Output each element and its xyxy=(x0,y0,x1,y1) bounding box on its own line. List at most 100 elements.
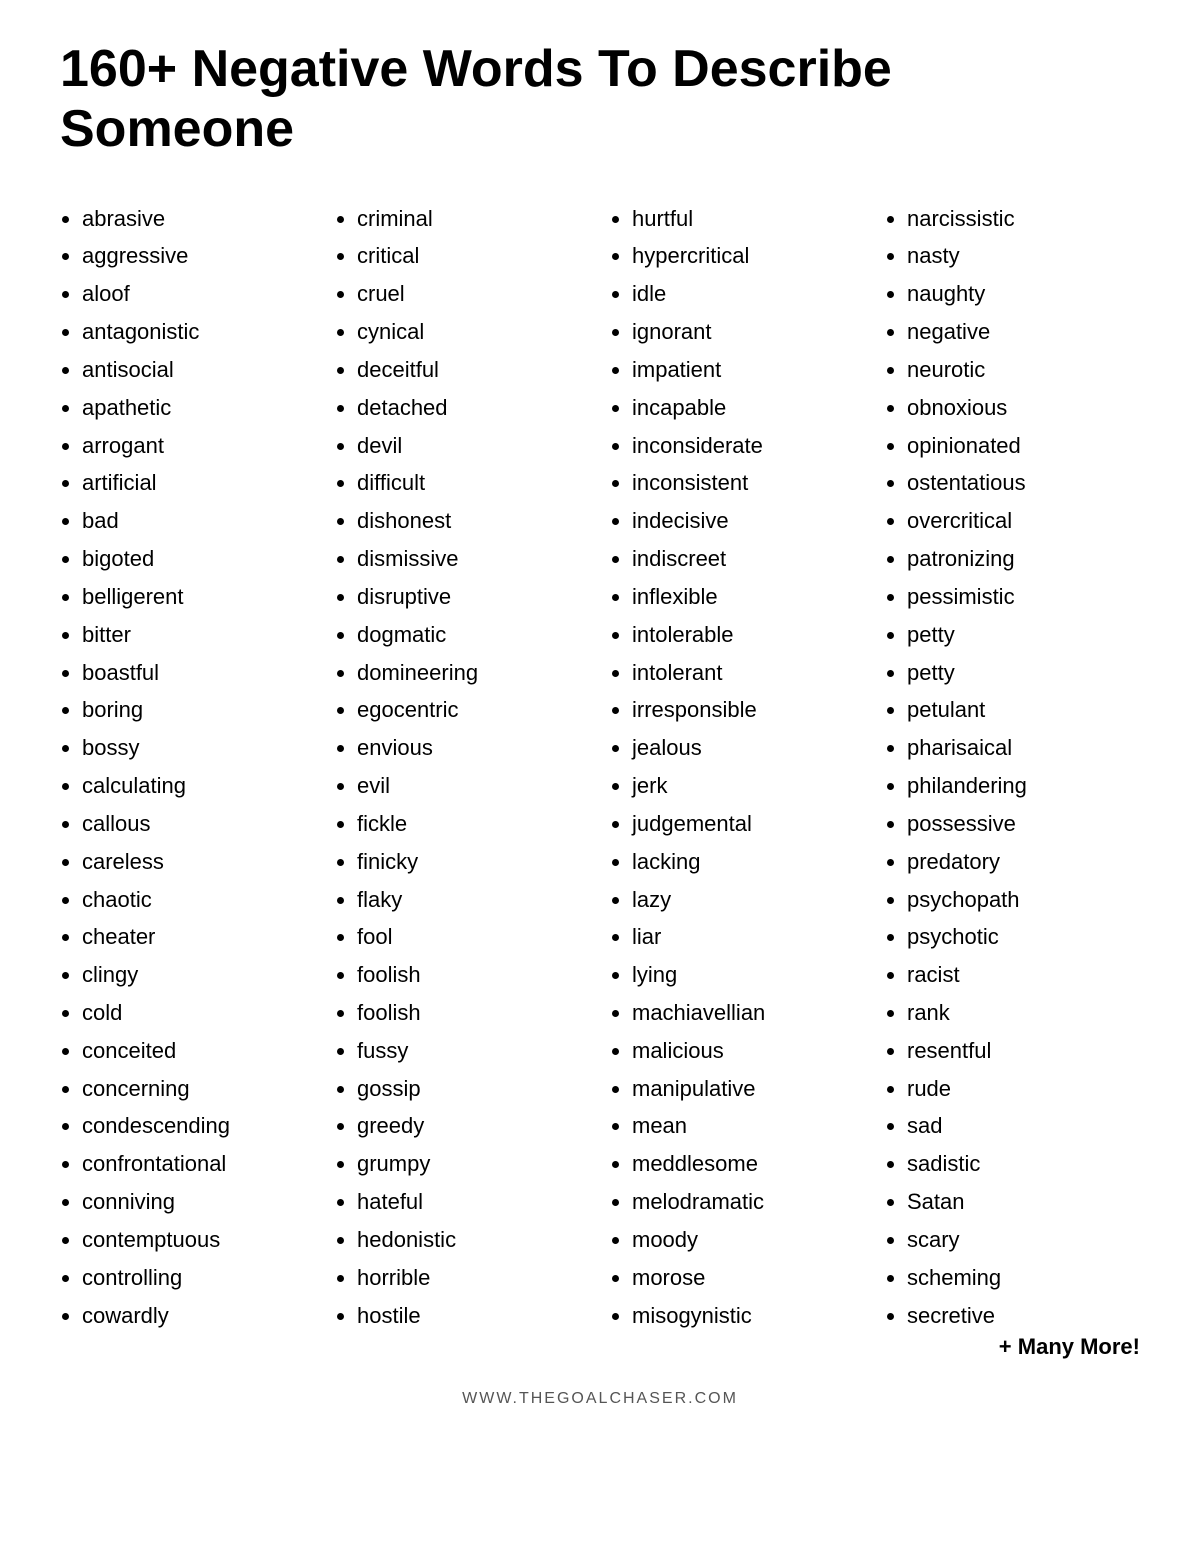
list-item: evil xyxy=(357,767,590,805)
list-item: impatient xyxy=(632,351,865,389)
list-item: mean xyxy=(632,1107,865,1145)
list-item: judgemental xyxy=(632,805,865,843)
list-item: flaky xyxy=(357,881,590,919)
list-item: foolish xyxy=(357,956,590,994)
list-item: callous xyxy=(82,805,315,843)
list-item: fussy xyxy=(357,1032,590,1070)
list-item: grumpy xyxy=(357,1145,590,1183)
list-item: inconsiderate xyxy=(632,427,865,465)
list-item: apathetic xyxy=(82,389,315,427)
list-item: devil xyxy=(357,427,590,465)
list-item: cowardly xyxy=(82,1297,315,1335)
list-item: inconsistent xyxy=(632,464,865,502)
list-item: bigoted xyxy=(82,540,315,578)
list-item: Satan xyxy=(907,1183,1140,1221)
list-item: narcissistic xyxy=(907,200,1140,238)
list-item: egocentric xyxy=(357,691,590,729)
list-item: philandering xyxy=(907,767,1140,805)
list-item: ostentatious xyxy=(907,464,1140,502)
list-item: petulant xyxy=(907,691,1140,729)
list-item: possessive xyxy=(907,805,1140,843)
list-item: intolerable xyxy=(632,616,865,654)
list-item: secretive xyxy=(907,1297,1140,1335)
list-item: finicky xyxy=(357,843,590,881)
list-item: envious xyxy=(357,729,590,767)
list-item: foolish xyxy=(357,994,590,1032)
list-item: neurotic xyxy=(907,351,1140,389)
list-item: clingy xyxy=(82,956,315,994)
list-item: criminal xyxy=(357,200,590,238)
list-item: predatory xyxy=(907,843,1140,881)
list-item: dismissive xyxy=(357,540,590,578)
list-item: cynical xyxy=(357,313,590,351)
list-item: hostile xyxy=(357,1297,590,1335)
list-item: misogynistic xyxy=(632,1297,865,1335)
list-item: lacking xyxy=(632,843,865,881)
list-item: hateful xyxy=(357,1183,590,1221)
list-item: abrasive xyxy=(82,200,315,238)
list-item: bitter xyxy=(82,616,315,654)
page-title: 160+ Negative Words To Describe Someone xyxy=(60,40,1140,160)
list-item: rank xyxy=(907,994,1140,1032)
list-item: jerk xyxy=(632,767,865,805)
list-item: manipulative xyxy=(632,1070,865,1108)
column-4: narcissisticnastynaughtynegativeneurotic… xyxy=(885,200,1140,1361)
list-item: confrontational xyxy=(82,1145,315,1183)
list-item: scary xyxy=(907,1221,1140,1259)
list-item: meddlesome xyxy=(632,1145,865,1183)
list-item: patronizing xyxy=(907,540,1140,578)
list-item: machiavellian xyxy=(632,994,865,1032)
list-item: melodramatic xyxy=(632,1183,865,1221)
list-item: controlling xyxy=(82,1259,315,1297)
list-item: pharisaical xyxy=(907,729,1140,767)
list-item: racist xyxy=(907,956,1140,994)
list-item: petty xyxy=(907,654,1140,692)
list-item: conceited xyxy=(82,1032,315,1070)
list-item: liar xyxy=(632,918,865,956)
list-item: lazy xyxy=(632,881,865,919)
list-item: conniving xyxy=(82,1183,315,1221)
list-item: negative xyxy=(907,313,1140,351)
list-item: calculating xyxy=(82,767,315,805)
list-item: horrible xyxy=(357,1259,590,1297)
list-item: resentful xyxy=(907,1032,1140,1070)
list-item: careless xyxy=(82,843,315,881)
list-item: psychopath xyxy=(907,881,1140,919)
list-item: disruptive xyxy=(357,578,590,616)
list-item: scheming xyxy=(907,1259,1140,1297)
list-item: obnoxious xyxy=(907,389,1140,427)
list-item: deceitful xyxy=(357,351,590,389)
list-item: indecisive xyxy=(632,502,865,540)
list-item: concerning xyxy=(82,1070,315,1108)
column-2: criminalcriticalcruelcynicaldeceitfuldet… xyxy=(335,200,590,1361)
list-item: dogmatic xyxy=(357,616,590,654)
list-item: contemptuous xyxy=(82,1221,315,1259)
list-item: belligerent xyxy=(82,578,315,616)
list-item: ignorant xyxy=(632,313,865,351)
list-item: arrogant xyxy=(82,427,315,465)
list-item: dishonest xyxy=(357,502,590,540)
list-item: hurtful xyxy=(632,200,865,238)
column-1: abrasiveaggressivealoofantagonisticantis… xyxy=(60,200,315,1361)
list-item: psychotic xyxy=(907,918,1140,956)
list-item: intolerant xyxy=(632,654,865,692)
list-item: nasty xyxy=(907,237,1140,275)
list-item: rude xyxy=(907,1070,1140,1108)
list-item: idle xyxy=(632,275,865,313)
list-item: artificial xyxy=(82,464,315,502)
list-item: jealous xyxy=(632,729,865,767)
list-item: naughty xyxy=(907,275,1140,313)
list-item: antagonistic xyxy=(82,313,315,351)
plus-more-label: + Many More! xyxy=(885,1334,1140,1360)
list-item: cheater xyxy=(82,918,315,956)
list-item: fool xyxy=(357,918,590,956)
list-item: lying xyxy=(632,956,865,994)
list-item: boring xyxy=(82,691,315,729)
list-item: overcritical xyxy=(907,502,1140,540)
list-item: aggressive xyxy=(82,237,315,275)
list-item: malicious xyxy=(632,1032,865,1070)
list-item: fickle xyxy=(357,805,590,843)
list-item: hedonistic xyxy=(357,1221,590,1259)
word-columns: abrasiveaggressivealoofantagonisticantis… xyxy=(60,200,1140,1361)
list-item: sadistic xyxy=(907,1145,1140,1183)
